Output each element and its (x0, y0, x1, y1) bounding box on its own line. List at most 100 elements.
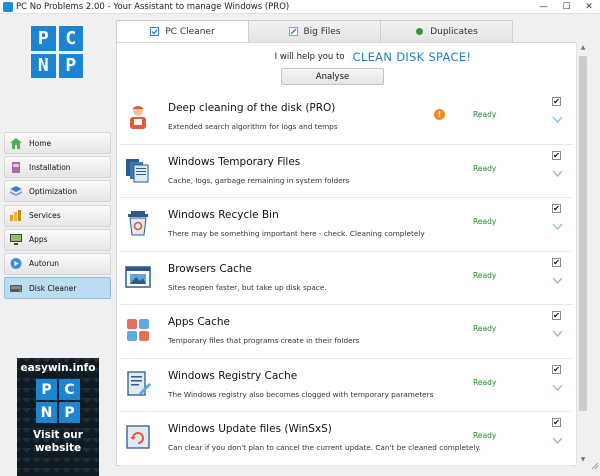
item-checkbox[interactable]: ✔ (552, 204, 561, 213)
item-title: Windows Registry Cache (168, 369, 298, 382)
logo-letter: P (31, 26, 56, 51)
logo-letter: C (59, 379, 80, 400)
item-title: Windows Update files (WinSxS) (168, 423, 332, 435)
item-title: Apps Cache (168, 316, 230, 328)
pencil-icon (288, 27, 298, 36)
sidebar-item-label: Installation (29, 162, 71, 172)
list-item[interactable]: Windows Update files (WinSxS) Can clear … (120, 412, 573, 466)
sidebar-item-apps[interactable]: Apps (4, 228, 111, 251)
sidebar-item-disk-cleaner[interactable]: Disk Cleaner (4, 277, 111, 300)
item-description: The Windows registry also becomes clogge… (168, 389, 434, 399)
recycle-bin-icon (128, 211, 148, 236)
maximize-button[interactable]: ☐ (555, 0, 578, 14)
scrollbar-thumb[interactable] (579, 56, 587, 411)
green-dot-icon (416, 28, 424, 35)
logo-letter: C (58, 26, 83, 51)
headline-main: CLEAN DISK SPACE! (352, 50, 472, 64)
list-item[interactable]: Apps Cache Temporary files that programs… (120, 305, 573, 359)
sidebar-item-home[interactable]: Home (4, 132, 111, 154)
tab-big-files[interactable]: Big Files (248, 20, 381, 42)
tab-pc-cleaner[interactable]: PC Cleaner (116, 20, 249, 42)
logo-letter: P (36, 379, 57, 400)
resize-grip-icon[interactable] (589, 460, 599, 470)
item-status: Ready (473, 217, 497, 226)
worker-icon (130, 106, 146, 129)
item-title: Windows Temporary Files (168, 155, 301, 168)
tab-label: Duplicates (430, 26, 478, 37)
analyse-button[interactable]: Analyse (281, 68, 384, 85)
item-description: Temporary files that programs create in … (168, 336, 360, 345)
documents-icon (126, 158, 149, 182)
chevron-down-icon[interactable] (552, 223, 563, 231)
item-description: Cache, logs, garbage remaining in system… (168, 175, 350, 185)
chevron-down-icon[interactable] (552, 116, 563, 124)
headline: I will help you to CLEAN DISK SPACE! (117, 49, 589, 65)
sidebar-item-label: Home (29, 138, 52, 148)
warning-icon: ! (434, 109, 445, 120)
list-item[interactable]: Windows Registry Cache The Windows regis… (120, 358, 573, 412)
item-checkbox[interactable]: ✔ (552, 97, 561, 106)
tab-label: PC Cleaner (165, 26, 215, 37)
logo-letter: N (36, 402, 57, 423)
item-status: Ready (473, 163, 497, 173)
tab-label: Big Files (303, 26, 341, 37)
sidebar-nav: Home Installation Optimization Services … (4, 132, 111, 301)
item-title: Windows Recycle Bin (168, 209, 279, 221)
logo-letter: P (59, 402, 80, 423)
item-description: There may be something important here - … (168, 229, 425, 238)
left-panel: P C N P Home Installation Optimization S… (0, 14, 116, 476)
chevron-down-icon[interactable] (552, 330, 563, 338)
item-checkbox[interactable]: ✔ (552, 150, 561, 160)
item-status: Ready (473, 431, 497, 440)
item-checkbox[interactable]: ✔ (552, 364, 561, 374)
item-title: Browsers Cache (168, 262, 253, 275)
item-description: Can clear if you don't plan to cancel th… (168, 443, 481, 452)
item-checkbox[interactable]: ✔ (552, 257, 561, 267)
windows-update-icon (126, 425, 150, 449)
chevron-down-icon[interactable] (552, 437, 563, 445)
ad-logo: P C N P (36, 379, 80, 423)
item-status: Ready (473, 324, 497, 333)
minimize-button[interactable]: — (532, 0, 555, 14)
cleaner-list: Deep cleaning of the disk (PRO) Extended… (120, 91, 573, 466)
item-status: Ready (473, 377, 497, 387)
list-item[interactable]: Windows Recycle Bin There may be somethi… (120, 198, 573, 252)
item-checkbox[interactable]: ✔ (552, 418, 561, 427)
item-status: Ready (473, 270, 497, 280)
tab-duplicates[interactable]: Duplicates (380, 20, 513, 42)
disk-cleaner-icon (10, 284, 22, 292)
item-title: Deep cleaning of the disk (PRO) (168, 102, 336, 114)
sidebar-item-optimization[interactable]: Optimization (4, 180, 111, 203)
scroll-down-arrow-icon[interactable]: ▼ (577, 454, 589, 466)
home-icon (10, 137, 22, 149)
browser-icon (125, 265, 151, 288)
sidebar-item-autorun[interactable]: Autorun (4, 252, 111, 275)
ad-line-1: Visit our (33, 429, 83, 441)
list-item[interactable]: Deep cleaning of the disk (PRO) Extended… (120, 91, 573, 145)
chevron-down-icon[interactable] (552, 384, 563, 392)
headline-prefix: I will help you to (274, 52, 345, 62)
app-icon (3, 1, 13, 12)
sidebar-item-label: Disk Cleaner (29, 283, 77, 293)
scroll-up-arrow-icon[interactable]: ▲ (577, 42, 589, 54)
services-icon (10, 210, 21, 222)
website-ad-banner[interactable]: easywin.info P C N P Visit our website (17, 358, 99, 476)
logo-letter: P (58, 53, 83, 78)
main-panel: I will help you to CLEAN DISK SPACE! Ana… (116, 42, 588, 466)
chevron-down-icon[interactable] (552, 277, 563, 285)
sidebar-item-installation[interactable]: Installation (4, 156, 111, 179)
list-item[interactable]: Windows Temporary Files Cache, logs, gar… (120, 144, 573, 198)
item-checkbox[interactable]: ✔ (552, 311, 561, 320)
registry-icon (127, 370, 151, 396)
vertical-scrollbar[interactable]: ▲ ▼ (576, 42, 588, 466)
apps-cache-icon (127, 319, 149, 341)
sidebar-item-label: Services (29, 211, 61, 221)
chevron-down-icon[interactable] (552, 170, 563, 178)
item-description: Sites reopen faster, but take up disk sp… (168, 282, 327, 292)
sidebar-item-services[interactable]: Services (4, 204, 111, 227)
installation-icon (12, 161, 20, 173)
close-button[interactable]: ✕ (578, 0, 600, 14)
list-item[interactable]: Browsers Cache Sites reopen faster, but … (120, 251, 573, 305)
sidebar-item-label: Autorun (29, 259, 60, 269)
logo-letter: N (31, 53, 56, 78)
